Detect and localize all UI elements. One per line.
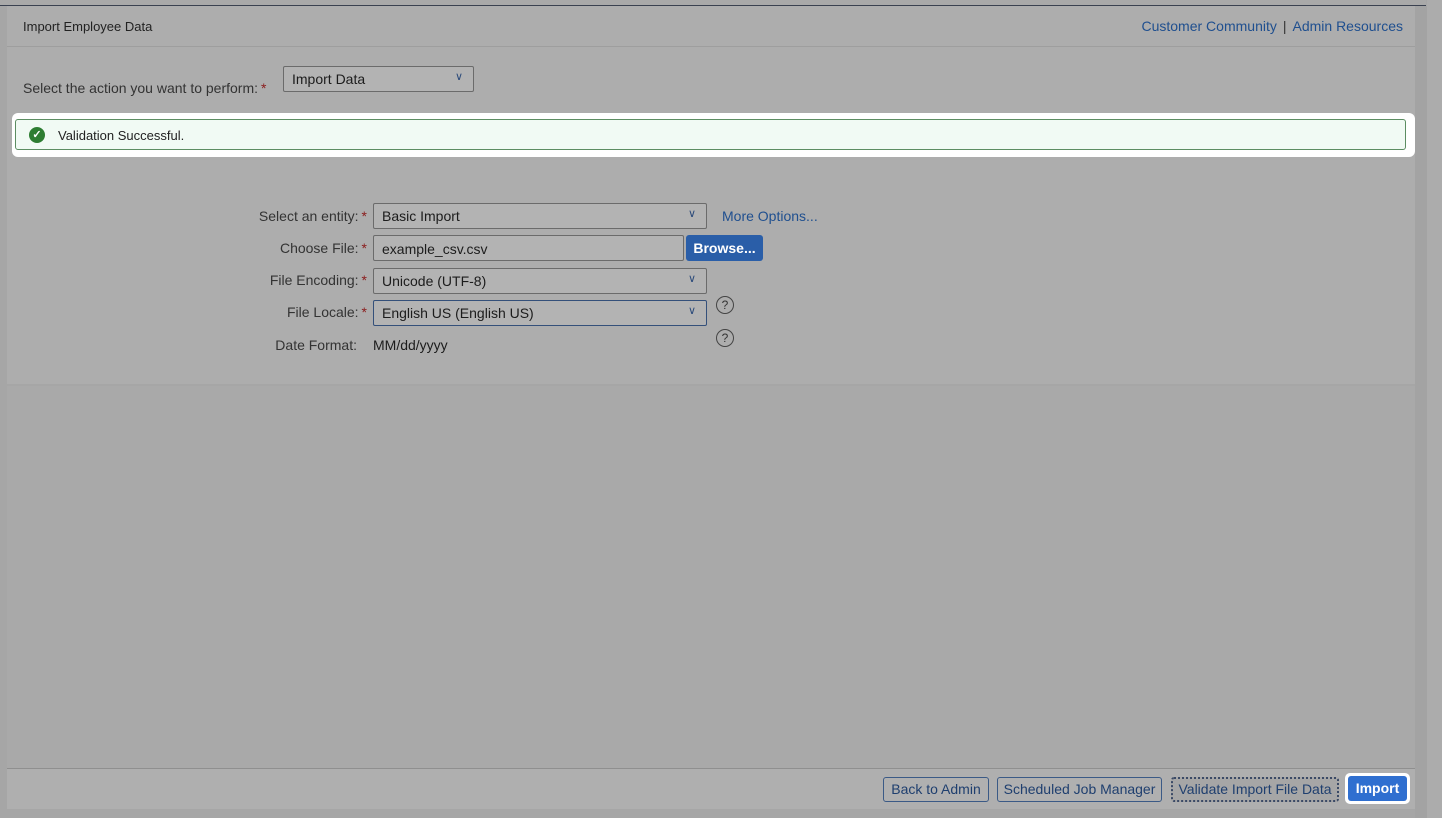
required-mark: * bbox=[361, 272, 367, 288]
chevron-down-icon: ∨ bbox=[687, 273, 696, 285]
locale-select[interactable]: English US (English US) ∨ bbox=[373, 300, 707, 326]
link-separator: | bbox=[1282, 18, 1287, 34]
scrollbar-track[interactable] bbox=[1415, 6, 1427, 818]
validation-message-text: Validation Successful. bbox=[58, 128, 185, 143]
file-input[interactable]: example_csv.csv bbox=[373, 235, 684, 261]
import-button[interactable]: Import bbox=[1348, 776, 1407, 801]
validate-import-file-data-button[interactable]: Validate Import File Data bbox=[1171, 777, 1339, 802]
required-mark: * bbox=[361, 208, 367, 224]
locale-label-text: File Locale: bbox=[286, 304, 359, 320]
action-select[interactable]: Import Data ∨ bbox=[283, 66, 474, 92]
import-panel: Import Employee Data Customer Community |… bbox=[7, 6, 1415, 384]
customer-community-link[interactable]: Customer Community bbox=[1141, 18, 1276, 34]
entity-label-text: Select an entity: bbox=[258, 208, 359, 224]
page-title: Import Employee Data bbox=[23, 19, 153, 34]
entity-select-value: Basic Import bbox=[382, 208, 460, 224]
chevron-down-icon: ∨ bbox=[454, 71, 463, 83]
date-format-value: MM/dd/yyyy bbox=[373, 337, 448, 353]
check-circle-icon: ✓ bbox=[29, 127, 45, 143]
admin-resources-link[interactable]: Admin Resources bbox=[1293, 18, 1404, 34]
file-input-value: example_csv.csv bbox=[382, 241, 488, 257]
header-links: Customer Community | Admin Resources bbox=[1141, 18, 1403, 34]
chevron-down-icon: ∨ bbox=[687, 305, 696, 317]
footer-toolbar: Back to Admin Scheduled Job Manager Vali… bbox=[7, 768, 1415, 809]
locale-help-icon[interactable]: ? bbox=[716, 296, 734, 314]
required-mark: * bbox=[361, 240, 367, 256]
locale-label: File Locale: * bbox=[167, 304, 367, 320]
entity-label: Select an entity: * bbox=[167, 208, 367, 224]
date-format-help-icon[interactable]: ? bbox=[716, 329, 734, 347]
back-to-admin-button[interactable]: Back to Admin bbox=[883, 777, 989, 802]
validation-message: ✓ Validation Successful. bbox=[15, 119, 1406, 150]
browse-button[interactable]: Browse... bbox=[686, 235, 763, 261]
action-select-value: Import Data bbox=[292, 71, 366, 87]
content-area bbox=[7, 386, 1415, 768]
more-options-link[interactable]: More Options... bbox=[722, 208, 818, 224]
action-label: Select the action you want to perform: * bbox=[23, 80, 266, 96]
locale-select-value: English US (English US) bbox=[382, 305, 534, 321]
panel-header: Import Employee Data Customer Community |… bbox=[7, 6, 1415, 47]
encoding-label-text: File Encoding: bbox=[269, 272, 359, 288]
date-format-label: Date Format: bbox=[275, 337, 357, 353]
success-highlight: ✓ Validation Successful. bbox=[12, 113, 1415, 157]
entity-select[interactable]: Basic Import ∨ bbox=[373, 203, 707, 229]
encoding-select-value: Unicode (UTF-8) bbox=[382, 273, 487, 289]
window-edge bbox=[1427, 0, 1442, 818]
required-mark: * bbox=[261, 80, 267, 96]
file-label-text: Choose File: bbox=[279, 240, 359, 256]
required-mark: * bbox=[361, 304, 367, 320]
file-label: Choose File: * bbox=[167, 240, 367, 256]
chevron-down-icon: ∨ bbox=[687, 208, 696, 220]
action-label-text: Select the action you want to perform: bbox=[23, 80, 259, 96]
import-button-highlight: Import bbox=[1345, 773, 1410, 804]
scheduled-job-manager-button[interactable]: Scheduled Job Manager bbox=[997, 777, 1162, 802]
encoding-select[interactable]: Unicode (UTF-8) ∨ bbox=[373, 268, 707, 294]
encoding-label: File Encoding: * bbox=[167, 272, 367, 288]
